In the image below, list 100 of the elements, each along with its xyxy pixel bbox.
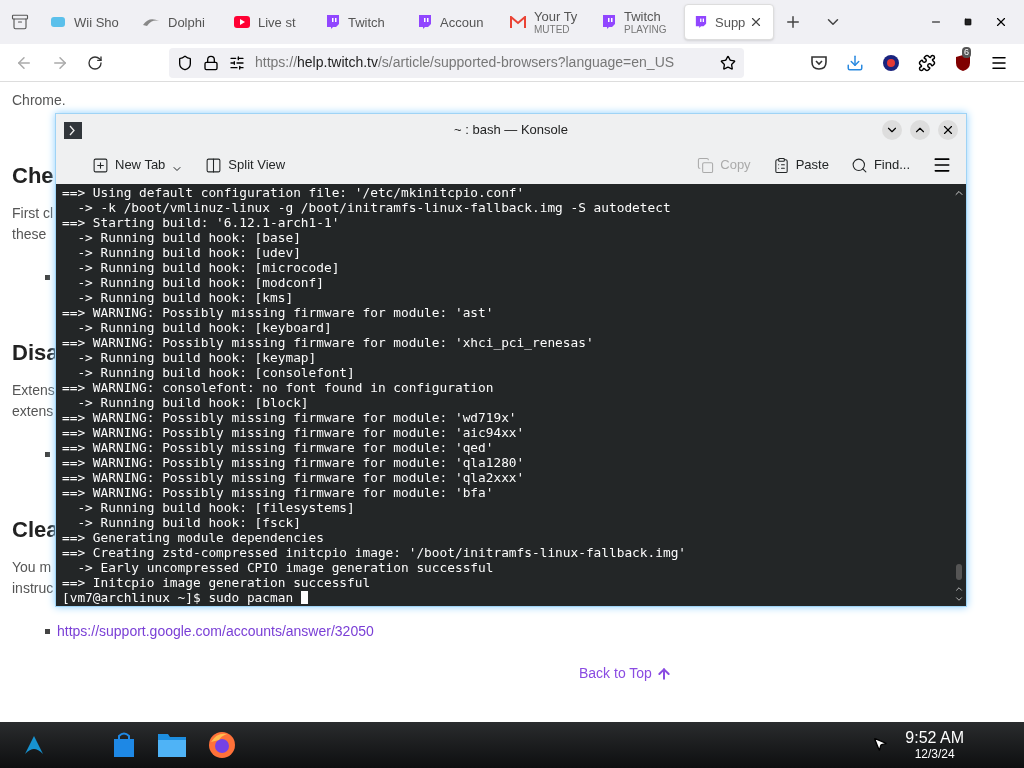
browser-tab[interactable]: Wii Sho bbox=[40, 4, 130, 40]
terminal-line: -> Running build hook: [modconf] bbox=[76, 275, 324, 290]
terminal-line: -> Running build hook: [filesystems] bbox=[76, 500, 355, 515]
terminal-line: ==> WARNING: Possibly missing firmware for module: 'wd719x' bbox=[62, 410, 517, 425]
terminal-line: ==> WARNING: Possibly missing firmware for module: 'qed' bbox=[62, 440, 494, 455]
browser-tab[interactable]: Accoun bbox=[408, 4, 498, 40]
chat-bubble-icon bbox=[326, 14, 340, 30]
terminal-line: -> Running build hook: [consolefont] bbox=[76, 365, 355, 380]
tab-title: Dolphi bbox=[168, 15, 205, 29]
mouse-cursor-icon bbox=[872, 736, 888, 752]
chat-bubble-icon bbox=[602, 14, 616, 30]
browser-tab[interactable]: Twitch bbox=[316, 4, 406, 40]
search-icon bbox=[850, 156, 868, 174]
terminal-line: -> Running build hook: [keymap] bbox=[76, 350, 317, 365]
terminal-line: -> -k /boot/vmlinuz-linux -g /boot/initramfs-linux-fallback.img -S autodetect bbox=[76, 200, 671, 215]
copy-icon bbox=[697, 156, 715, 174]
url-text: https://help.twitch.tv/s/article/supported-browsers?language=en_US bbox=[255, 53, 675, 72]
scroll-down-icon[interactable] bbox=[954, 594, 964, 604]
window-title: ~ : bash — Konsole bbox=[454, 121, 568, 140]
extensions-icon[interactable] bbox=[918, 53, 936, 72]
extension-badge: 6 bbox=[962, 46, 971, 58]
bullet-icon bbox=[45, 452, 50, 457]
text-cursor bbox=[300, 591, 308, 604]
menu-icon[interactable] bbox=[932, 155, 952, 175]
envelope-icon bbox=[510, 16, 526, 28]
terminal-line: ==> Initcpio image generation successful bbox=[62, 575, 371, 590]
download-icon[interactable] bbox=[846, 53, 864, 72]
terminal-icon bbox=[64, 121, 82, 139]
terminal-line: ==> WARNING: Possibly missing firmware for module: 'bfa' bbox=[62, 485, 494, 500]
toolbar-button[interactable]: New Tab bbox=[92, 155, 184, 175]
paragraph-text: Chrome. bbox=[12, 91, 66, 110]
support-link[interactable]: https://support.google.com/accounts/answer/32050 bbox=[57, 621, 374, 642]
toolbar-button[interactable]: Split View bbox=[205, 155, 286, 175]
terminal-line: ==> WARNING: Possibly missing firmware for module: 'qla1280' bbox=[62, 455, 525, 470]
maximize-icon[interactable] bbox=[964, 18, 972, 26]
paragraph-text: extens bbox=[12, 402, 54, 421]
maximize-icon[interactable] bbox=[910, 120, 930, 140]
tab-status: PLAYING bbox=[624, 24, 667, 35]
toolbar-button[interactable]: Paste bbox=[772, 155, 829, 175]
sliders-icon bbox=[229, 54, 245, 71]
folder-icon[interactable] bbox=[157, 732, 187, 758]
browser-tab[interactable]: Live st bbox=[224, 4, 314, 40]
tab-title: Live st bbox=[258, 15, 296, 29]
shield-icon bbox=[177, 54, 193, 71]
terminal-line: -> Running build hook: [kms] bbox=[76, 290, 294, 305]
tab-title: Wii Sho bbox=[74, 15, 119, 29]
terminal-line: ==> Generating module dependencies bbox=[62, 530, 324, 545]
browser-tab[interactable]: Your Ty MUTED bbox=[500, 4, 590, 40]
tab-list-icon[interactable] bbox=[11, 13, 29, 31]
chat-bubble-icon bbox=[695, 14, 707, 30]
paragraph-text: You m bbox=[12, 558, 52, 577]
command-prompt: [vm7@archlinux ~]$ sudo pacman bbox=[62, 590, 295, 605]
chat-bubble-icon bbox=[418, 14, 432, 30]
terminal-line: -> Running build hook: [base] bbox=[76, 230, 301, 245]
terminal-line: ==> WARNING: Possibly missing firmware for module: 'aic94xx' bbox=[62, 425, 525, 440]
clock-time: 9:52 AM bbox=[905, 730, 964, 746]
terminal-line: -> Running build hook: [keyboard] bbox=[76, 320, 332, 335]
close-icon[interactable] bbox=[938, 120, 958, 140]
terminal-line: -> Running build hook: [block] bbox=[76, 395, 309, 410]
terminal-line: ==> Using default configuration file: '/etc/mkinitcpio.conf' bbox=[62, 185, 525, 200]
tab-title: Twitch bbox=[624, 9, 662, 23]
section-heading: Che bbox=[12, 161, 54, 190]
paragraph-text: First cl bbox=[12, 204, 54, 223]
round-extension-icon[interactable] bbox=[882, 53, 900, 72]
terminal-line: -> Running build hook: [fsck] bbox=[76, 515, 301, 530]
close-icon[interactable] bbox=[749, 15, 763, 29]
shield-extension-icon[interactable] bbox=[954, 53, 972, 72]
minimize-icon[interactable] bbox=[882, 120, 902, 140]
terminal-line: -> Running build hook: [udev] bbox=[76, 245, 301, 260]
browser-tab[interactable]: Dolphi bbox=[132, 4, 222, 40]
terminal-line: ==> WARNING: Possibly missing firmware for module: 'ast' bbox=[62, 305, 494, 320]
store-icon[interactable] bbox=[111, 731, 137, 759]
paragraph-text: these bbox=[12, 225, 47, 244]
bullet-icon bbox=[45, 275, 50, 280]
new-tab-icon bbox=[92, 156, 109, 174]
scrollbar-thumb[interactable] bbox=[956, 564, 962, 580]
terminal-line: ==> Creating zstd-compressed initcpio image: '/boot/initramfs-linux-fallback.img' bbox=[62, 545, 687, 560]
new-tab-icon[interactable] bbox=[784, 13, 802, 31]
browser-tab[interactable]: Supp bbox=[684, 4, 774, 40]
close-icon[interactable] bbox=[994, 15, 1008, 29]
lock-icon bbox=[203, 54, 219, 71]
star-icon[interactable] bbox=[720, 54, 736, 71]
back-to-top-link[interactable]: Back to Top bbox=[579, 663, 672, 684]
terminal-line: -> Early uncompressed CPIO image generation successful bbox=[76, 560, 494, 575]
clipboard-icon bbox=[772, 156, 790, 174]
paragraph-text: Extens bbox=[12, 381, 55, 400]
terminal-line: ==> WARNING: Possibly missing firmware for module: 'qla2xxx' bbox=[62, 470, 525, 485]
arch-logo-icon[interactable] bbox=[24, 735, 44, 755]
toolbar-button[interactable]: Find... bbox=[850, 155, 910, 175]
tab-title: Accoun bbox=[440, 15, 484, 29]
console-icon bbox=[50, 14, 66, 30]
browser-tab[interactable]: Twitch PLAYING bbox=[592, 4, 682, 40]
address-bar[interactable]: https://help.twitch.tv/s/article/supported-browsers?language=en_US bbox=[169, 47, 744, 78]
fox-globe-icon[interactable] bbox=[207, 730, 237, 760]
terminal-line: ==> WARNING: Possibly missing firmware for module: 'xhci_pci_renesas' bbox=[62, 335, 594, 350]
play-icon bbox=[234, 16, 250, 28]
pocket-icon[interactable] bbox=[810, 54, 828, 71]
terminal-line: -> Running build hook: [microcode] bbox=[76, 260, 340, 275]
reload-icon[interactable] bbox=[87, 54, 103, 71]
scroll-up-icon[interactable] bbox=[954, 584, 964, 594]
